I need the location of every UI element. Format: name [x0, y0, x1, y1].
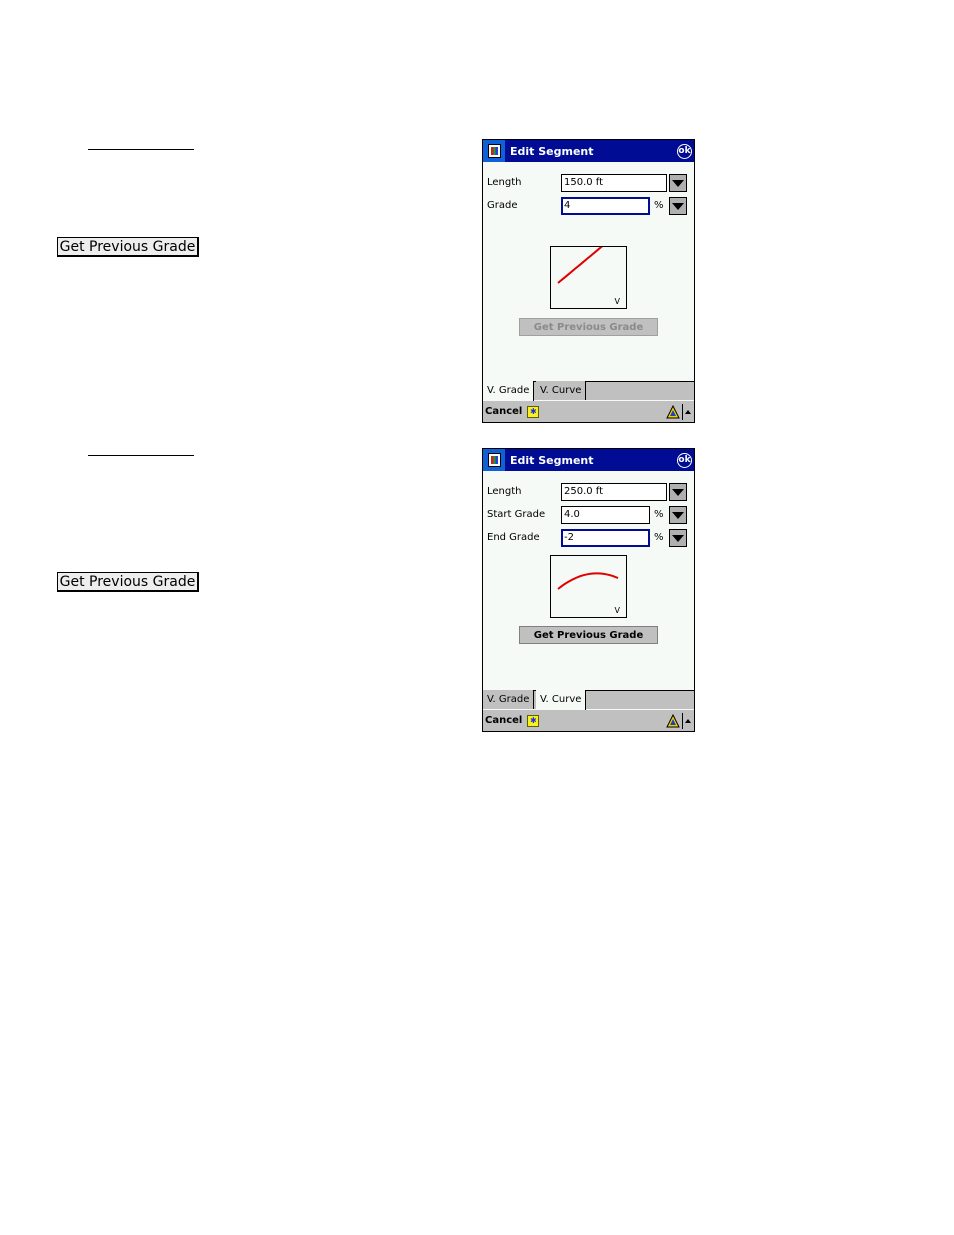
profile-line	[557, 247, 603, 284]
start-grade-unit: %	[654, 509, 664, 520]
end-grade-row: End Grade -2 %	[487, 529, 694, 547]
cancel-button[interactable]: Cancel	[485, 715, 522, 726]
vertical-marker: V	[614, 606, 620, 615]
edit-segment-screen-curve: Edit Segment ok Length 250.0 ft Start Gr…	[482, 448, 695, 732]
doc-get-previous-grade-button-2[interactable]: Get Previous Grade	[57, 572, 199, 592]
start-grade-input[interactable]: 4.0	[561, 506, 650, 524]
separator	[682, 712, 683, 729]
profile-line	[557, 572, 619, 590]
profile-preview: V	[550, 246, 627, 309]
input-panel-icon[interactable]: ✱	[527, 405, 540, 418]
get-previous-grade-button[interactable]: Get Previous Grade	[519, 626, 658, 644]
window-title: Edit Segment	[510, 453, 594, 467]
ok-button[interactable]: ok	[677, 143, 692, 159]
input-panel-icon[interactable]: ✱	[527, 714, 540, 727]
title-bar: Edit Segment ok	[483, 449, 694, 471]
command-bar: Cancel ✱	[483, 401, 694, 422]
length-row: Length 150.0 ft	[487, 174, 694, 192]
length-label: Length	[487, 486, 522, 497]
end-grade-label: End Grade	[487, 532, 540, 543]
length-input[interactable]: 250.0 ft	[561, 483, 667, 501]
grade-unit: %	[654, 200, 664, 211]
tab-v-grade[interactable]: V. Grade	[483, 381, 535, 401]
title-bar: Edit Segment ok	[483, 140, 694, 162]
end-grade-input[interactable]: -2	[561, 529, 650, 547]
grade-label: Grade	[487, 200, 518, 211]
length-label: Length	[487, 177, 522, 188]
start-menu-icon[interactable]	[483, 140, 505, 162]
start-menu-icon[interactable]	[483, 449, 505, 471]
chevron-down-icon	[672, 202, 684, 210]
chevron-up-icon[interactable]	[685, 409, 691, 414]
window-title: Edit Segment	[510, 144, 594, 158]
length-dropdown-button[interactable]	[669, 174, 687, 192]
tab-v-grade[interactable]: V. Grade	[483, 690, 535, 709]
length-row: Length 250.0 ft	[487, 483, 694, 501]
grade-row: Grade 4 %	[487, 197, 694, 215]
edit-segment-screen-grade: Edit Segment ok Length 150.0 ft Grade 4 …	[482, 139, 695, 423]
tab-v-curve[interactable]: V. Curve	[536, 690, 587, 710]
start-grade-dropdown-button[interactable]	[669, 506, 687, 524]
chevron-down-icon	[672, 511, 684, 519]
doc-get-previous-grade-button-1[interactable]: Get Previous Grade	[57, 237, 199, 257]
chevron-down-icon	[672, 488, 684, 496]
start-grade-row: Start Grade 4.0 %	[487, 506, 694, 524]
tab-bar: V. Grade V. Curve	[483, 690, 694, 710]
chevron-down-icon	[672, 534, 684, 542]
start-grade-label: Start Grade	[487, 509, 546, 520]
end-grade-unit: %	[654, 532, 664, 543]
length-input[interactable]: 150.0 ft	[561, 174, 667, 192]
grade-input[interactable]: 4	[561, 197, 650, 215]
get-previous-grade-button[interactable]: Get Previous Grade	[519, 318, 658, 336]
chevron-down-icon	[672, 179, 684, 187]
tab-bar: V. Grade V. Curve	[483, 381, 694, 401]
doc-divider-2	[88, 455, 194, 456]
cancel-button[interactable]: Cancel	[485, 406, 522, 417]
ok-button[interactable]: ok	[677, 452, 692, 468]
doc-divider-1	[88, 149, 194, 150]
end-grade-dropdown-button[interactable]	[669, 529, 687, 547]
command-bar: Cancel ✱	[483, 710, 694, 731]
triangle-logo-icon[interactable]	[666, 713, 680, 728]
separator	[682, 403, 683, 420]
triangle-logo-icon[interactable]	[666, 404, 680, 419]
length-dropdown-button[interactable]	[669, 483, 687, 501]
chevron-up-icon[interactable]	[685, 718, 691, 723]
vertical-marker: V	[614, 297, 620, 306]
tab-v-curve[interactable]: V. Curve	[536, 381, 587, 400]
profile-preview: V	[550, 555, 627, 618]
grade-dropdown-button[interactable]	[669, 197, 687, 215]
